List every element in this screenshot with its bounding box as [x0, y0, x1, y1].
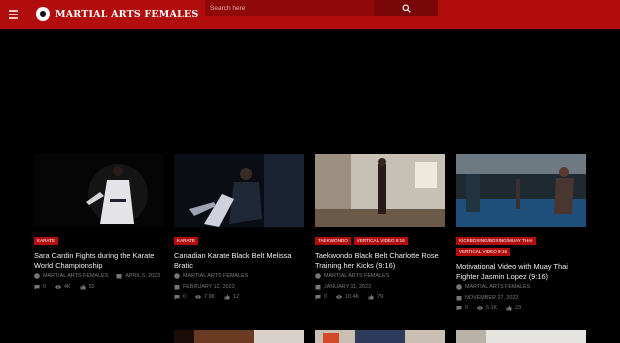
category-badge[interactable]: VERTICAL VIDEO 9:16	[456, 248, 510, 256]
thumbs-up-icon	[506, 305, 512, 311]
category-badge[interactable]: KARATE	[174, 237, 199, 245]
post-date: NOVEMBER 27, 2022	[465, 295, 519, 301]
calendar-icon	[174, 285, 180, 290]
thumbs-up-icon	[80, 284, 86, 290]
post-date: FEBRUARY 12, 2023	[183, 284, 235, 290]
post-title[interactable]: Sara Cardin Fights during the Karate Wor…	[34, 251, 166, 271]
calendar-icon	[116, 274, 122, 279]
post-thumbnail[interactable]	[174, 154, 304, 227]
eye-icon	[336, 295, 342, 299]
search-bar	[205, 0, 438, 16]
post-thumbnail[interactable]	[315, 154, 445, 227]
thumbs-up-icon	[368, 294, 374, 300]
post-thumbnail[interactable]	[456, 330, 586, 343]
eye-icon	[477, 306, 483, 310]
comment-count: 0	[324, 294, 327, 300]
post-card[interactable]: KICKBOXING/BOXING/MUAY THAI VERTICAL VID…	[456, 154, 586, 316]
user-icon	[174, 273, 180, 279]
calendar-icon	[315, 285, 321, 290]
post-card[interactable]: KARATE Canadian Karate Black Belt Meliss…	[174, 154, 304, 304]
eye-icon	[195, 295, 201, 299]
user-icon	[456, 284, 462, 290]
post-date: APRIL 5, 2023	[125, 273, 161, 279]
post-thumbnail[interactable]	[174, 330, 304, 343]
like-count: 32	[88, 284, 95, 290]
post-thumbnail[interactable]	[315, 330, 445, 343]
comment-count: 0	[465, 305, 468, 311]
comment-count: 0	[183, 294, 186, 300]
post-thumbnail[interactable]	[456, 154, 586, 227]
category-badge[interactable]: KICKBOXING/BOXING/MUAY THAI	[456, 237, 536, 245]
user-icon	[34, 273, 40, 279]
comment-icon	[315, 295, 321, 300]
site-logo[interactable]: MARTIAL ARTS FEMALES	[36, 6, 198, 22]
comment-icon	[174, 295, 180, 300]
view-count: 7.9K	[204, 294, 216, 300]
post-title[interactable]: Motivational Video with Muay Thai Fighte…	[456, 262, 588, 282]
view-count: 5.1K	[486, 305, 498, 311]
post-author[interactable]: MARTIAL ARTS FEMALES	[324, 273, 389, 279]
logo-text: MARTIAL ARTS FEMALES	[55, 8, 199, 20]
calendar-icon	[456, 296, 462, 301]
comment-count: 0	[43, 284, 46, 290]
category-badge[interactable]: TAEKWONDO	[315, 237, 351, 245]
menu-icon[interactable]	[8, 8, 20, 20]
view-count: 10.4K	[345, 294, 360, 300]
post-author[interactable]: MARTIAL ARTS FEMALES	[183, 273, 248, 279]
post-title[interactable]: Canadian Karate Black Belt Melissa Brati…	[174, 251, 306, 271]
like-count: 79	[377, 294, 384, 300]
category-badge[interactable]: VERTICAL VIDEO 9:16	[353, 237, 408, 245]
logo-icon	[36, 7, 50, 21]
post-card[interactable]: KARATE Sara Cardin Fights during the Kar…	[34, 154, 164, 294]
comment-icon	[456, 306, 462, 311]
comment-icon	[34, 285, 40, 290]
post-author[interactable]: MARTIAL ARTS FEMALES	[465, 284, 530, 290]
like-count: 23	[515, 305, 522, 311]
like-count: 12	[233, 294, 240, 300]
thumbs-up-icon	[224, 294, 230, 300]
post-author[interactable]: MARTIAL ARTS FEMALES	[43, 273, 108, 279]
post-thumbnail[interactable]	[34, 154, 164, 227]
eye-icon	[55, 285, 61, 289]
site-header: MARTIAL ARTS FEMALES	[0, 0, 620, 29]
post-title[interactable]: Taekwondo Black Belt Charlotte Rose Trai…	[315, 251, 447, 271]
user-icon	[315, 273, 321, 279]
search-icon	[401, 3, 411, 13]
post-date: JANUARY 11, 2023	[324, 284, 372, 290]
search-input[interactable]	[205, 0, 374, 16]
category-badge[interactable]: KARATE	[34, 237, 59, 245]
post-card[interactable]: TAEKWONDO VERTICAL VIDEO 9:16 Taekwondo …	[315, 154, 445, 304]
search-button[interactable]	[374, 0, 438, 16]
view-count: 4K	[64, 284, 71, 290]
